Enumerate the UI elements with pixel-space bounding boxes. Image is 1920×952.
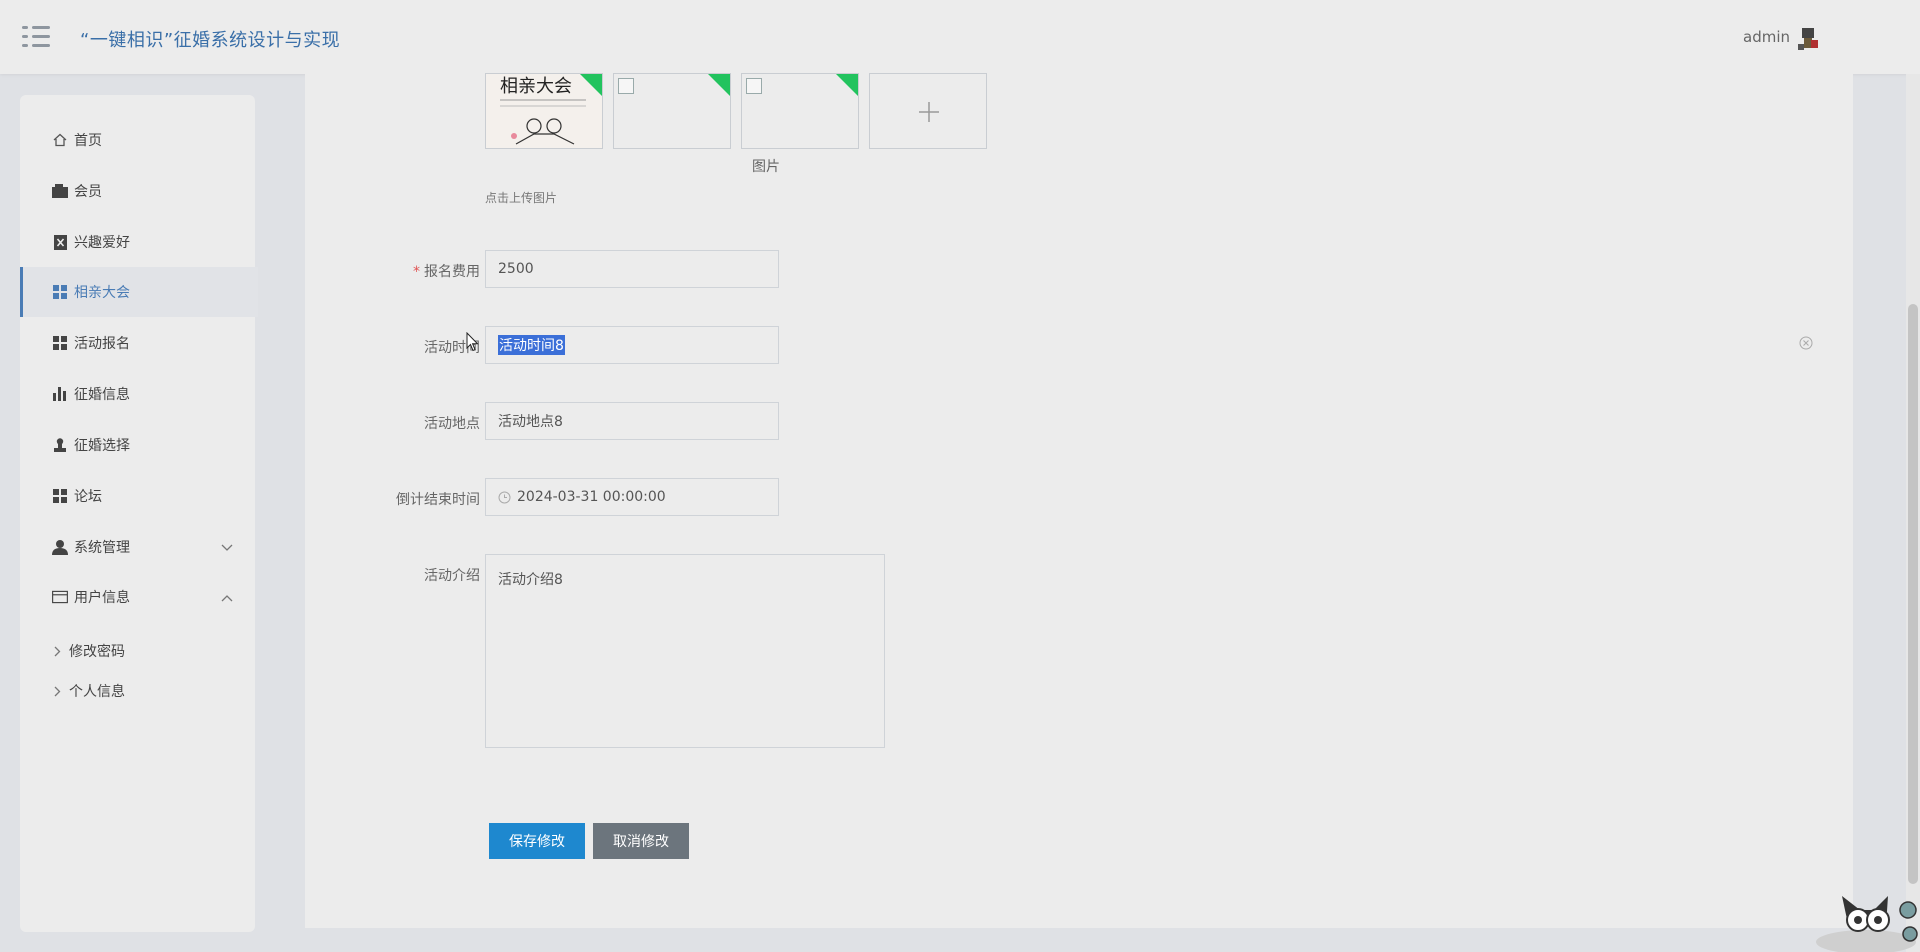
mascot-cat-icon[interactable]	[1808, 880, 1920, 952]
sidebar-item-system-admin[interactable]: 系统管理	[20, 522, 255, 572]
time-label: 活动时间	[424, 340, 480, 356]
bar-chart-icon	[52, 386, 68, 402]
ribbon-badge	[579, 74, 602, 97]
home-icon	[52, 132, 68, 148]
image-thumbnail-1[interactable]: 相亲大会	[485, 73, 603, 149]
user-icon	[52, 539, 68, 555]
sidebar-item-marriage-select[interactable]: 征婚选择	[20, 420, 255, 470]
sidebar: 首页 会员 兴趣爱好 相亲大会 活动报名 征婚信息 征婚选择 论坛 系统管理 用…	[20, 95, 258, 932]
upload-tip: 点击上传图片	[485, 191, 558, 205]
sidebar-item-forum[interactable]: 论坛	[20, 471, 255, 521]
app-title: “一键相识”征婚系统设计与实现	[80, 30, 341, 51]
sidebar-item-matchmaking[interactable]: 相亲大会	[20, 267, 258, 317]
sidebar-item-user-info[interactable]: 用户信息	[20, 572, 255, 622]
edit-form-panel: 图片 相亲大会 点击上传图片 * 报名费用 2500 活动时间 活动时间8 活动…	[305, 73, 1853, 928]
save-button[interactable]: 保存修改	[489, 823, 585, 859]
time-input[interactable]: 活动时间8	[485, 326, 779, 364]
clear-icon[interactable]	[1799, 336, 1813, 350]
scroll-thumb[interactable]	[1908, 304, 1918, 884]
sidebar-item-member[interactable]: 会员	[20, 166, 255, 216]
sidebar-item-home[interactable]: 首页	[20, 115, 255, 165]
mouse-cursor-icon	[466, 332, 479, 352]
plus-icon	[919, 102, 939, 122]
username[interactable]: admin	[1743, 28, 1790, 46]
top-header: “一键相识”征婚系统设计与实现 admin	[0, 0, 1920, 74]
broken-image-icon	[746, 78, 762, 94]
grid-icon	[52, 488, 68, 504]
grid-icon	[52, 335, 68, 351]
sidebar-item-hobby[interactable]: 兴趣爱好	[20, 217, 255, 267]
chevron-down-icon[interactable]	[221, 540, 233, 556]
fee-label: * 报名费用	[413, 264, 480, 280]
card-icon	[52, 589, 68, 605]
clock-icon	[498, 491, 511, 504]
menu-toggle-icon[interactable]	[22, 26, 50, 48]
ribbon-badge	[707, 74, 730, 97]
intro-label: 活动介绍	[424, 568, 480, 584]
chevron-right-icon	[54, 686, 61, 697]
place-input[interactable]: 活动地点8	[485, 402, 779, 440]
place-label: 活动地点	[424, 416, 480, 432]
grid-icon	[52, 284, 68, 300]
sidebar-subitem-change-password[interactable]: 修改密码	[20, 631, 255, 671]
countdown-label: 倒计结束时间	[396, 492, 480, 508]
fee-input[interactable]: 2500	[485, 250, 779, 288]
broken-image-icon	[618, 78, 634, 94]
sidebar-item-registration[interactable]: 活动报名	[20, 318, 255, 368]
ribbon-badge	[835, 74, 858, 97]
countdown-input[interactable]: 2024-03-31 00:00:00	[485, 478, 779, 516]
chevron-up-icon[interactable]	[221, 590, 233, 606]
clipboard-icon	[52, 234, 68, 250]
image-upload-button[interactable]	[869, 73, 987, 149]
sidebar-item-marriage-info[interactable]: 征婚信息	[20, 369, 255, 419]
wallet-icon	[52, 183, 68, 199]
intro-textarea[interactable]: 活动介绍8	[485, 554, 885, 748]
image-thumbnail-3[interactable]	[741, 73, 859, 149]
image-thumbnail-2[interactable]	[613, 73, 731, 149]
image-label: 图片	[752, 159, 780, 175]
chevron-right-icon	[54, 646, 61, 657]
thumbnail-text: 相亲大会	[500, 76, 572, 97]
stamp-icon	[52, 437, 68, 453]
avatar[interactable]	[1796, 26, 1820, 52]
cancel-button[interactable]: 取消修改	[593, 823, 689, 859]
sidebar-subitem-profile[interactable]: 个人信息	[20, 671, 255, 711]
page-scrollbar[interactable]	[1906, 74, 1920, 952]
